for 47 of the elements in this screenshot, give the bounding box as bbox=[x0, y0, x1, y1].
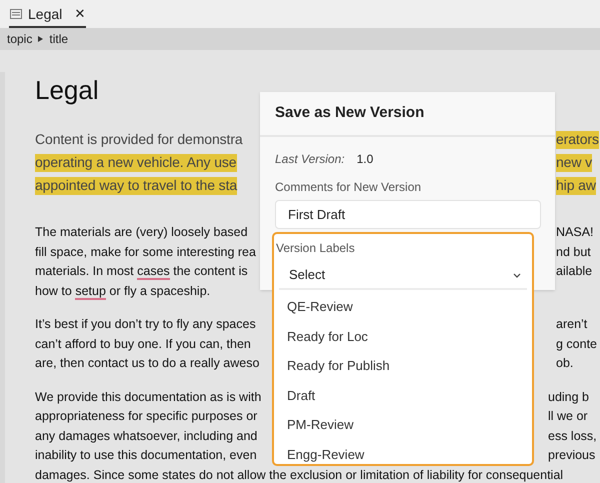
text-fragment: new v bbox=[556, 153, 592, 173]
text-fragment: previous bbox=[548, 447, 596, 464]
field-label: Version Labels bbox=[276, 241, 355, 255]
comments-field[interactable]: First Draft bbox=[275, 200, 541, 229]
field-label: Comments for New Version bbox=[275, 180, 422, 194]
field-label: Last Version: bbox=[275, 151, 345, 168]
close-button[interactable]: ✕ bbox=[74, 4, 86, 24]
caret-icon bbox=[38, 36, 44, 42]
text-line: Content is provided for demonstra bbox=[35, 131, 243, 149]
text-line: inability to use this documentation, even bbox=[35, 448, 257, 464]
dropdown-option[interactable]: PM-Review bbox=[279, 410, 527, 440]
text-line: operating a new vehicle. Any use bbox=[35, 154, 236, 172]
text-line: The materials are (very) loosely based bbox=[35, 225, 248, 242]
text-line: damages. Since some states do not allow the exclusion or limitation of liability for consequential bbox=[35, 468, 564, 483]
dropdown-option[interactable]: Draft bbox=[279, 380, 527, 410]
version-number: 1.0 bbox=[356, 151, 374, 168]
document-title: Legal bbox=[35, 75, 99, 105]
text-line: can’t afford to buy one. If you can, then bbox=[35, 336, 251, 353]
text-line: It’s best if you don’t try to fly any spaces bbox=[35, 317, 256, 334]
select-field[interactable]: Select bbox=[279, 262, 527, 290]
chevron-icon bbox=[513, 272, 521, 278]
text-fragment: uding b bbox=[548, 388, 590, 406]
dialog-title: Save as New Version bbox=[275, 103, 424, 124]
text-fragment: ob. bbox=[556, 355, 574, 372]
text-line: We provide this documentation as is with bbox=[35, 390, 262, 406]
text-fragment: nd but bbox=[556, 244, 591, 261]
breadcrumb-item[interactable]: topic bbox=[7, 30, 32, 48]
breadcrumb-item[interactable]: title bbox=[49, 30, 68, 48]
text-fragment: aren’t bbox=[556, 316, 588, 334]
text-line: are, then contact us to do a really aweso bbox=[35, 356, 260, 372]
dropdown-option[interactable]: Engg-Review bbox=[279, 440, 527, 470]
text-fragment: ll we or bbox=[548, 408, 588, 426]
text-line: any damages whatsoever, including and bbox=[35, 428, 258, 445]
text-line: appropriateness for specific purposes or bbox=[35, 409, 258, 426]
dropdown-option[interactable]: Ready for Publish bbox=[279, 351, 527, 381]
text-line: materials. In most cases the content is bbox=[35, 264, 248, 280]
text-fragment: ailable bbox=[556, 263, 592, 280]
text-fragment: g conte bbox=[556, 336, 598, 353]
text-fragment: NASA! bbox=[556, 224, 594, 242]
text-fragment: hip aw bbox=[556, 176, 596, 196]
dropdown-option[interactable]: Ready for Loc bbox=[279, 322, 527, 352]
text-fragment: ess loss, bbox=[548, 428, 597, 445]
text-line: fill space, make for some interesting rea bbox=[35, 244, 256, 261]
text-line: how to setup or fly a spaceship. bbox=[35, 284, 210, 300]
dropdown-option[interactable]: QE-Review bbox=[279, 292, 527, 322]
document-icon bbox=[10, 9, 22, 19]
text-fragment: erators bbox=[556, 130, 599, 150]
